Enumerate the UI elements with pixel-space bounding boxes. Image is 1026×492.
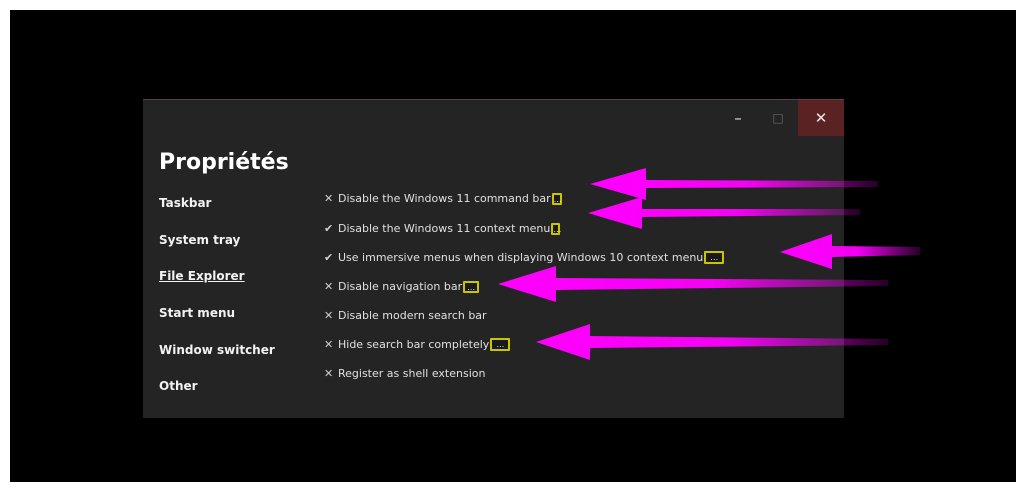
annotation-overlay xyxy=(498,168,920,360)
annotation-arrow xyxy=(536,324,888,360)
annotation-arrow xyxy=(498,266,888,302)
annotation-arrow xyxy=(590,168,878,200)
annotation-arrow xyxy=(780,234,920,269)
annotation-arrow xyxy=(588,197,860,229)
